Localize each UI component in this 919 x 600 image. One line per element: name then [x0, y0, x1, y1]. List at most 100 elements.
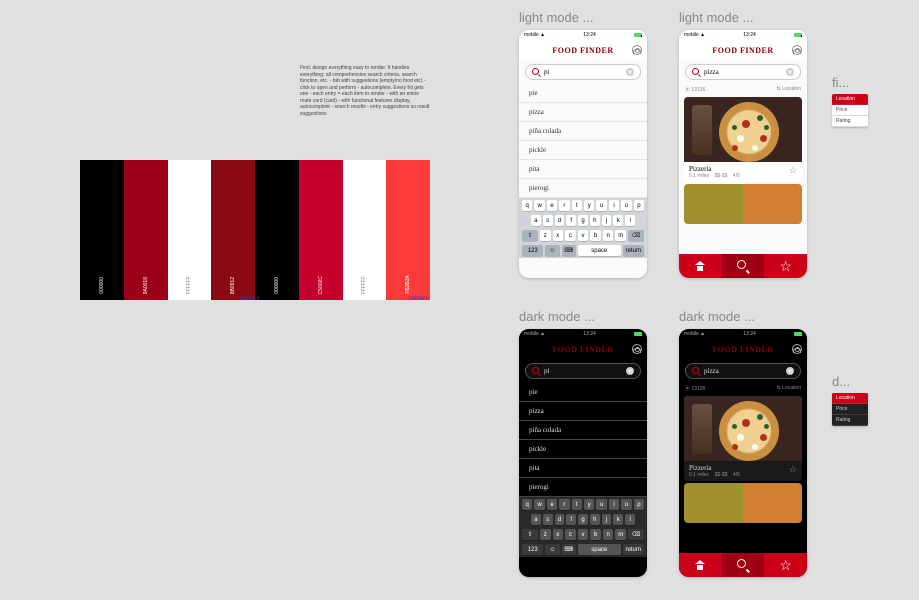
- keyboard-key[interactable]: d: [555, 514, 565, 525]
- result-card[interactable]: [684, 184, 802, 224]
- suggestion-item[interactable]: pizza: [519, 103, 647, 122]
- clear-icon[interactable]: [786, 367, 794, 375]
- suggestion-item[interactable]: pierogi: [519, 179, 647, 198]
- suggestion-item[interactable]: pita: [519, 459, 647, 478]
- keyboard-key[interactable]: d: [555, 215, 565, 226]
- keyboard-key[interactable]: u: [596, 499, 606, 510]
- keyboard-key[interactable]: ⌫: [628, 230, 644, 241]
- filter-popup-light[interactable]: LocationPriceRating: [832, 94, 868, 127]
- suggestion-item[interactable]: pita: [519, 160, 647, 179]
- keyboard-key[interactable]: 123: [522, 245, 543, 256]
- clear-icon[interactable]: [626, 367, 634, 375]
- keyboard-key[interactable]: space: [578, 544, 621, 555]
- keyboard-key[interactable]: k: [613, 514, 623, 525]
- search-input[interactable]: pizza: [704, 367, 782, 375]
- keyboard-key[interactable]: o: [621, 200, 631, 211]
- keyboard-key[interactable]: ⌫: [628, 529, 644, 540]
- nav-favorites[interactable]: ☆: [764, 254, 807, 278]
- keyboard-key[interactable]: e: [547, 499, 557, 510]
- keyboard-key[interactable]: q: [522, 200, 532, 211]
- nav-home[interactable]: [679, 254, 722, 278]
- favorite-icon[interactable]: ☆: [789, 464, 797, 475]
- result-card[interactable]: [684, 483, 802, 523]
- keyboard-key[interactable]: f: [566, 514, 576, 525]
- keyboard-key[interactable]: p: [634, 200, 644, 211]
- keyboard-key[interactable]: z: [540, 230, 551, 241]
- keyboard-key[interactable]: return: [623, 245, 644, 256]
- keyboard-key[interactable]: k: [613, 215, 623, 226]
- keyboard-key[interactable]: v: [578, 230, 589, 241]
- clear-icon[interactable]: [786, 68, 794, 76]
- keyboard-key[interactable]: w: [534, 499, 544, 510]
- search-bar[interactable]: pi: [525, 64, 641, 80]
- nav-home[interactable]: [679, 553, 722, 577]
- user-icon[interactable]: [792, 344, 802, 354]
- suggestion-item[interactable]: pierogi: [519, 478, 647, 497]
- keyboard-key[interactable]: ⇧: [522, 230, 538, 241]
- keyboard-key[interactable]: v: [578, 529, 589, 540]
- suggestion-item[interactable]: piña colada: [519, 421, 647, 440]
- keyboard-key[interactable]: x: [553, 230, 564, 241]
- keyboard-key[interactable]: m: [615, 529, 626, 540]
- filter-item[interactable]: Price: [832, 404, 868, 415]
- clear-icon[interactable]: [626, 68, 634, 76]
- keyboard-key[interactable]: e: [547, 200, 557, 211]
- filter-item[interactable]: Rating: [832, 116, 868, 127]
- keyboard-key[interactable]: i: [609, 200, 619, 211]
- keyboard-key[interactable]: y: [584, 499, 594, 510]
- keyboard-key[interactable]: g: [578, 215, 588, 226]
- search-bar[interactable]: pi: [525, 363, 641, 379]
- filter-item[interactable]: Location: [832, 94, 868, 105]
- keyboard-key[interactable]: l: [625, 514, 635, 525]
- keyboard-key[interactable]: t: [572, 200, 582, 211]
- keyboard-key[interactable]: ⌨: [562, 544, 576, 555]
- keyboard-key[interactable]: b: [590, 529, 601, 540]
- suggestion-item[interactable]: pickle: [519, 440, 647, 459]
- keyboard-key[interactable]: s: [543, 215, 553, 226]
- keyboard-key[interactable]: q: [522, 499, 532, 510]
- nav-search[interactable]: [722, 254, 765, 278]
- nav-favorites[interactable]: ☆: [764, 553, 807, 577]
- keyboard-key[interactable]: z: [540, 529, 551, 540]
- sort-label[interactable]: ⇅ Location: [777, 86, 801, 93]
- keyboard-key[interactable]: c: [565, 230, 576, 241]
- keyboard-key[interactable]: n: [603, 529, 614, 540]
- keyboard-key[interactable]: u: [596, 200, 606, 211]
- keyboard-key[interactable]: j: [602, 215, 612, 226]
- search-input[interactable]: pi: [544, 367, 622, 375]
- keyboard-key[interactable]: j: [602, 514, 612, 525]
- filter-item[interactable]: Price: [832, 105, 868, 116]
- suggestion-item[interactable]: piña colada: [519, 122, 647, 141]
- nav-search[interactable]: [722, 553, 765, 577]
- keyboard-key[interactable]: f: [566, 215, 576, 226]
- keyboard-key[interactable]: h: [590, 514, 600, 525]
- user-icon[interactable]: [632, 45, 642, 55]
- keyboard-key[interactable]: t: [572, 499, 582, 510]
- result-card[interactable]: Pizzeria 0.1 miles $$-$$ 4/5 ☆: [684, 97, 802, 182]
- keyboard-key[interactable]: x: [553, 529, 564, 540]
- search-input[interactable]: pizza: [704, 68, 782, 76]
- keyboard-key[interactable]: c: [565, 529, 576, 540]
- favorite-icon[interactable]: ☆: [789, 165, 797, 176]
- suggestion-item[interactable]: pizza: [519, 402, 647, 421]
- keyboard-key[interactable]: space: [578, 245, 621, 256]
- keyboard-key[interactable]: r: [559, 200, 569, 211]
- keyboard-key[interactable]: return: [623, 544, 644, 555]
- keyboard-key[interactable]: w: [534, 200, 544, 211]
- keyboard-key[interactable]: ⇧: [522, 529, 538, 540]
- keyboard-key[interactable]: ⌨: [562, 245, 576, 256]
- user-icon[interactable]: [792, 45, 802, 55]
- keyboard-key[interactable]: 123: [522, 544, 543, 555]
- keyboard-key[interactable]: n: [603, 230, 614, 241]
- filter-item[interactable]: Location: [832, 393, 868, 404]
- search-input[interactable]: pi: [544, 68, 622, 76]
- keyboard-key[interactable]: g: [578, 514, 588, 525]
- keyboard-key[interactable]: l: [625, 215, 635, 226]
- keyboard-key[interactable]: ☺: [545, 544, 559, 555]
- result-card[interactable]: Pizzeria 0.1 miles $$-$$ 4/5 ☆: [684, 396, 802, 481]
- keyboard-key[interactable]: a: [531, 215, 541, 226]
- keyboard-key[interactable]: b: [590, 230, 601, 241]
- keyboard-key[interactable]: p: [634, 499, 644, 510]
- sort-label[interactable]: ⇅ Location: [777, 385, 801, 392]
- keyboard-key[interactable]: r: [559, 499, 569, 510]
